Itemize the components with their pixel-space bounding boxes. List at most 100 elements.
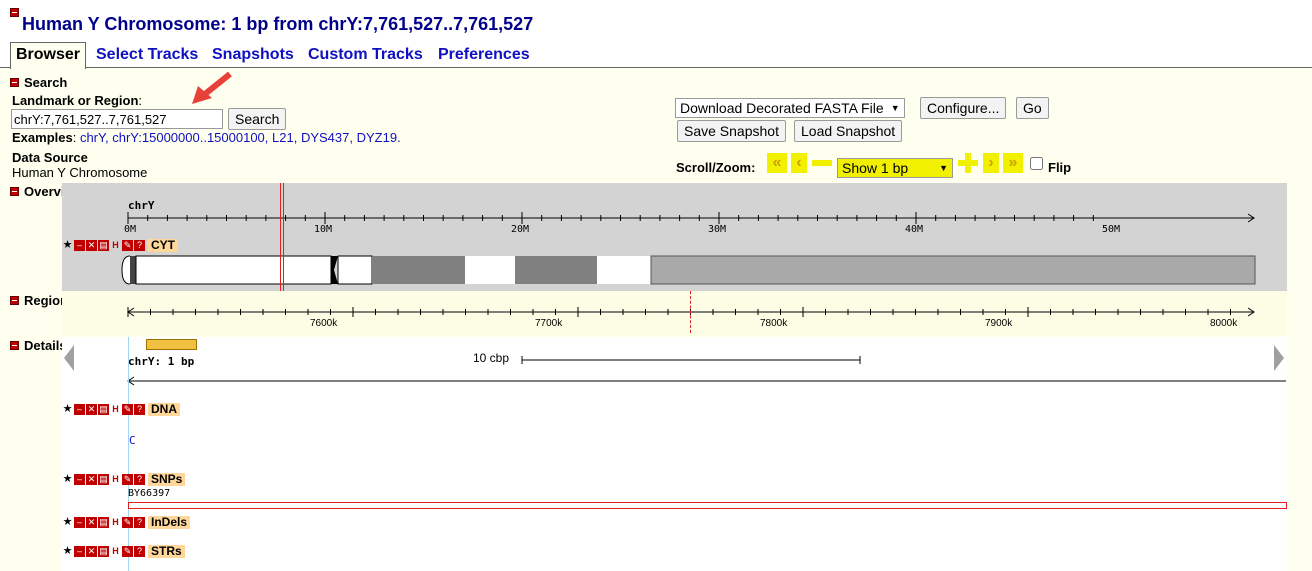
snp-feature-label[interactable]: BY66397 <box>128 488 170 499</box>
scroll-left-icon[interactable]: ‹ <box>791 153 807 173</box>
configure-track-icon[interactable]: ✎ <box>122 404 133 415</box>
overview-tick-label: 20M <box>511 224 530 235</box>
close-track-icon[interactable]: ✕ <box>86 546 97 557</box>
go-button[interactable]: Go <box>1016 97 1049 119</box>
configure-track-icon[interactable]: ✎ <box>122 546 133 557</box>
close-track-icon[interactable]: ✕ <box>86 517 97 528</box>
landmark-input[interactable] <box>11 109 223 129</box>
flip-label: Flip <box>1048 160 1072 175</box>
data-source-label: Data Source <box>12 150 88 165</box>
download-format-select[interactable]: Download Decorated FASTA File <box>675 98 905 118</box>
help-track-icon[interactable]: ? <box>134 474 145 485</box>
configure-track-icon[interactable]: ✎ <box>122 240 133 251</box>
snp-feature-bar[interactable] <box>128 502 1287 509</box>
dna-track-toolbar: ★ – ✕ ▤ H ✎ ? DNA <box>62 403 180 416</box>
share-track-icon[interactable]: ▤ <box>98 404 109 415</box>
overview-tick-label: 0M <box>124 224 137 235</box>
close-track-icon[interactable]: ✕ <box>86 474 97 485</box>
strs-track-toolbar: ★ – ✕ ▤ H ✎ ? STRs <box>62 545 185 558</box>
star-icon[interactable]: ★ <box>62 474 73 485</box>
save-snapshot-button[interactable]: Save Snapshot <box>677 120 786 142</box>
zoom-in-icon[interactable] <box>958 153 978 173</box>
tab-snapshots[interactable]: Snapshots <box>212 46 294 64</box>
star-icon[interactable]: ★ <box>62 240 73 251</box>
flip-checkbox[interactable] <box>1030 157 1043 170</box>
collapse-overview-icon[interactable] <box>10 187 19 196</box>
download-track-icon[interactable]: H <box>110 474 121 485</box>
help-track-icon[interactable]: ? <box>134 404 145 415</box>
star-icon[interactable]: ★ <box>62 517 73 528</box>
scroll-right-arrow-icon[interactable] <box>1272 345 1284 371</box>
scroll-left-arrow-icon[interactable] <box>64 345 76 371</box>
example-link-dyz19[interactable]: DYZ19. <box>357 130 401 145</box>
example-link-dys437[interactable]: DYS437, <box>301 130 353 145</box>
overview-tick-label: 50M <box>1102 224 1121 235</box>
scale-bar <box>521 356 861 364</box>
dna-track-name: DNA <box>148 403 180 416</box>
download-track-icon[interactable]: H <box>110 546 121 557</box>
details-section-title: Details <box>24 338 67 353</box>
download-track-icon[interactable]: H <box>110 240 121 251</box>
page-title: Human Y Chromosome: 1 bp from chrY:7,761… <box>22 14 534 34</box>
configure-track-icon[interactable]: ✎ <box>122 517 133 528</box>
collapse-track-icon[interactable]: – <box>74 517 85 528</box>
collapse-track-icon[interactable]: – <box>74 546 85 557</box>
configure-track-icon[interactable]: ✎ <box>122 474 133 485</box>
region-tick-label: 7800k <box>760 318 788 329</box>
configure-button[interactable]: Configure... <box>920 97 1007 119</box>
details-center-line <box>128 337 129 571</box>
dna-base: C <box>129 434 136 447</box>
examples-label: Examples <box>12 130 73 145</box>
overview-tick-label: 30M <box>708 224 727 235</box>
details-panel <box>62 337 1287 571</box>
region-position-marker <box>690 291 692 333</box>
example-link-range[interactable]: chrY:15000000..15000100, <box>112 130 268 145</box>
overview-tick-label: 40M <box>905 224 924 235</box>
share-track-icon[interactable]: ▤ <box>98 517 109 528</box>
zoom-level-select[interactable]: Show 1 bp <box>837 158 953 178</box>
tab-custom-tracks[interactable]: Custom Tracks <box>308 46 423 64</box>
scroll-right-icon[interactable]: › <box>983 153 999 173</box>
search-button[interactable]: Search <box>228 108 287 130</box>
example-link-l21[interactable]: L21, <box>272 130 297 145</box>
cytoband-ideogram <box>121 255 1256 285</box>
tab-browser[interactable]: Browser <box>10 42 87 69</box>
help-track-icon[interactable]: ? <box>134 517 145 528</box>
details-drag-handle[interactable] <box>146 339 197 350</box>
tab-select-tracks[interactable]: Select Tracks <box>96 46 198 64</box>
tab-preferences[interactable]: Preferences <box>438 46 530 64</box>
indels-track-toolbar: ★ – ✕ ▤ H ✎ ? InDels <box>62 516 191 529</box>
help-track-icon[interactable]: ? <box>134 546 145 557</box>
share-track-icon[interactable]: ▤ <box>98 546 109 557</box>
data-source-value: Human Y Chromosome <box>12 165 148 180</box>
star-icon[interactable]: ★ <box>62 404 73 415</box>
snps-track-name: SNPs <box>148 473 186 486</box>
download-track-icon[interactable]: H <box>110 517 121 528</box>
region-ruler <box>127 307 1255 317</box>
scroll-left-far-icon[interactable]: « <box>767 153 787 173</box>
star-icon[interactable]: ★ <box>62 546 73 557</box>
zoom-out-icon[interactable] <box>812 160 832 166</box>
collapse-track-icon[interactable]: – <box>74 474 85 485</box>
collapse-details-icon[interactable] <box>10 341 19 350</box>
load-snapshot-button[interactable]: Load Snapshot <box>794 120 903 142</box>
scroll-zoom-label: Scroll/Zoom: <box>676 160 756 175</box>
scroll-right-far-icon[interactable]: » <box>1003 153 1023 173</box>
share-track-icon[interactable]: ▤ <box>98 240 109 251</box>
collapse-search-icon[interactable] <box>10 78 19 87</box>
details-ruler <box>127 376 1286 386</box>
search-section-title: Search <box>24 75 68 90</box>
tab-bar: Browser Select Tracks Snapshots Custom T… <box>0 42 1312 69</box>
collapse-region-icon[interactable] <box>10 296 19 305</box>
collapse-track-icon[interactable]: – <box>74 240 85 251</box>
help-track-icon[interactable]: ? <box>134 240 145 251</box>
close-track-icon[interactable]: ✕ <box>86 404 97 415</box>
example-link-chry[interactable]: chrY, <box>80 130 109 145</box>
download-track-icon[interactable]: H <box>110 404 121 415</box>
red-arrow-annotation-1 <box>192 71 232 104</box>
share-track-icon[interactable]: ▤ <box>98 474 109 485</box>
cyt-track-name: CYT <box>148 239 178 252</box>
collapse-track-icon[interactable]: – <box>74 404 85 415</box>
collapse-title-icon[interactable] <box>10 8 19 17</box>
close-track-icon[interactable]: ✕ <box>86 240 97 251</box>
